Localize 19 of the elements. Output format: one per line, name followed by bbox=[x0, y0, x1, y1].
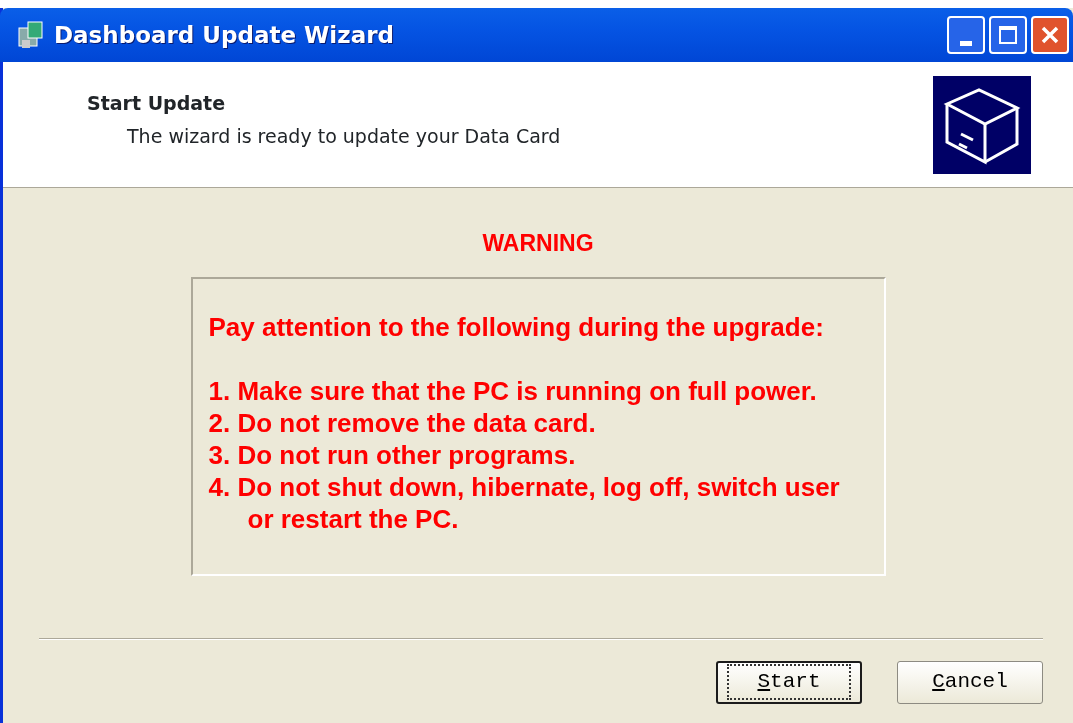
page-subtitle: The wizard is ready to update your Data Card bbox=[127, 123, 561, 149]
window-title: Dashboard Update Wizard bbox=[54, 20, 395, 50]
warning-intro: Pay attention to the following during the upgrade: bbox=[208, 310, 825, 343]
warning-item: 2. Do not remove the data card. bbox=[208, 406, 597, 439]
maximize-icon bbox=[998, 25, 1018, 45]
minimize-icon bbox=[960, 40, 972, 46]
minimize-button[interactable] bbox=[947, 16, 985, 54]
page-title: Start Update bbox=[87, 91, 227, 116]
close-icon bbox=[1040, 25, 1060, 45]
close-button[interactable] bbox=[1031, 16, 1069, 54]
dialog-button[interactable]: Cancel bbox=[897, 660, 1043, 704]
warning-item: 1. Make sure that the PC is running on full power. bbox=[208, 374, 818, 407]
maximize-button[interactable] bbox=[989, 16, 1027, 54]
app-icon bbox=[16, 20, 46, 50]
warning-item: 4. Do not shut down, hibernate, log off, switch user or restart the PC. bbox=[208, 470, 841, 535]
warning-heading: WARNING bbox=[481, 229, 595, 258]
drive-icon bbox=[933, 76, 1031, 174]
warning-item: 3. Do not run other programs. bbox=[208, 438, 577, 471]
dialog-button[interactable]: Start bbox=[716, 660, 862, 704]
